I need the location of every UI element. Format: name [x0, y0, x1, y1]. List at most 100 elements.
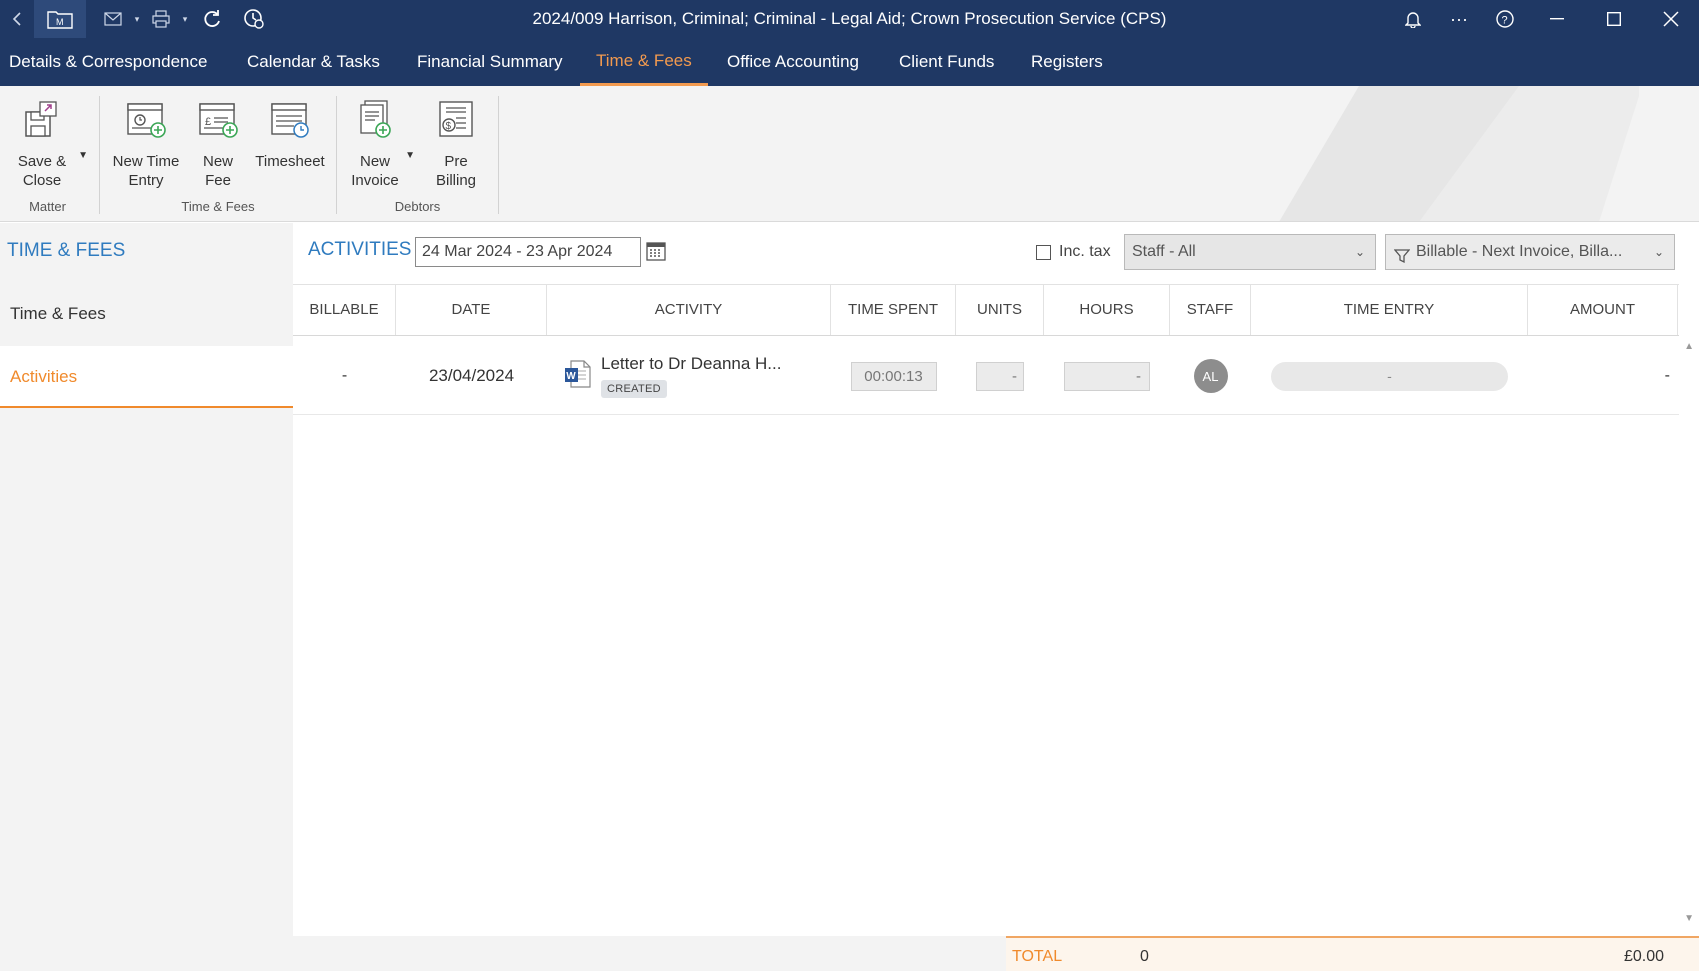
activity-status-badge: CREATED — [601, 380, 667, 398]
column-header-hours[interactable]: HOURS — [1044, 285, 1170, 335]
save-close-icon — [20, 98, 64, 142]
activity-title[interactable]: Letter to Dr Deanna H... — [601, 354, 781, 374]
column-header-units[interactable]: UNITS — [956, 285, 1044, 335]
new-invoice-label: New Invoice — [351, 153, 399, 189]
svg-text:M: M — [56, 17, 64, 27]
save-close-button[interactable]: Save & Close ▼ — [10, 98, 88, 190]
mail-dropdown-icon[interactable]: ▾ — [130, 0, 144, 38]
close-icon[interactable] — [1642, 0, 1699, 38]
column-header-activity[interactable]: ACTIVITY — [547, 285, 831, 335]
matter-folder-icon[interactable]: M — [34, 0, 86, 38]
word-document-icon: W — [563, 359, 593, 394]
total-label: TOTAL — [1012, 948, 1063, 965]
hours-cell: - — [1044, 337, 1170, 415]
notifications-bell-icon[interactable] — [1390, 0, 1436, 38]
save-close-label: Save & Close — [17, 153, 67, 189]
billable-filter-select[interactable]: Billable - Next Invoice, Billa... ⌄ — [1385, 234, 1675, 270]
ribbon-separator — [336, 96, 337, 214]
mail-icon[interactable] — [96, 0, 130, 38]
maximize-icon[interactable] — [1585, 0, 1642, 38]
calendar-icon[interactable] — [645, 240, 667, 262]
pre-billing-label: Pre Billing — [435, 153, 477, 189]
history-icon[interactable] — [232, 0, 276, 38]
time-entry-pill[interactable]: - — [1271, 361, 1508, 391]
tab-details-correspondence[interactable]: Details & Correspondence — [0, 38, 223, 86]
activity-cell[interactable]: W Letter to Dr Deanna H... CREATED — [547, 337, 831, 415]
staff-filter-select[interactable]: Staff - All ⌄ — [1124, 234, 1376, 270]
inc-tax-checkbox[interactable] — [1036, 244, 1051, 260]
left-panel: TIME & FEES Time & Fees Activities — [0, 223, 293, 971]
units-field[interactable]: - — [976, 361, 1024, 391]
print-icon[interactable] — [144, 0, 178, 38]
date-cell: 23/04/2024 — [428, 366, 515, 385]
new-fee-label: New Fee — [202, 153, 233, 189]
tab-calendar-tasks[interactable]: Calendar & Tasks — [231, 38, 396, 86]
sidebar-item-time-fees[interactable]: Time & Fees — [0, 283, 293, 345]
svg-text:?: ? — [1502, 15, 1508, 27]
new-fee-button[interactable]: £ New Fee — [196, 98, 240, 190]
total-count: 0 — [1140, 948, 1149, 965]
tab-financial-summary[interactable]: Financial Summary — [401, 38, 579, 86]
tab-time-fees[interactable]: Time & Fees — [580, 38, 708, 86]
pre-billing-button[interactable]: $ Pre Billing — [433, 98, 479, 190]
new-invoice-icon — [353, 98, 397, 142]
svg-text:£: £ — [205, 116, 211, 128]
back-icon[interactable] — [0, 0, 34, 38]
refresh-icon[interactable] — [192, 0, 232, 38]
ribbon-watermark-decoration — [1279, 86, 1639, 221]
time-entry-cell: - — [1251, 337, 1528, 415]
tab-registers[interactable]: Registers — [1015, 38, 1119, 86]
save-close-dropdown-icon[interactable]: ▼ — [78, 146, 88, 165]
scroll-down-arrow-icon[interactable]: ▼ — [1684, 913, 1694, 924]
new-time-entry-button[interactable]: New Time Entry — [111, 98, 181, 190]
total-summary: TOTAL 0 £0.00 — [1006, 936, 1699, 971]
ribbon-separator — [99, 96, 100, 214]
column-header-time-spent[interactable]: TIME SPENT — [831, 285, 956, 335]
column-header-staff[interactable]: STAFF — [1170, 285, 1251, 335]
new-invoice-dropdown-icon[interactable]: ▼ — [405, 146, 415, 165]
column-header-amount[interactable]: AMOUNT — [1528, 285, 1678, 335]
avatar[interactable]: AL — [1193, 359, 1228, 393]
pre-billing-icon: $ — [434, 98, 478, 142]
chevron-down-icon: ⌄ — [1653, 245, 1664, 259]
units-cell: - — [956, 337, 1044, 415]
billable-filter-value: Billable - Next Invoice, Billa... — [1416, 243, 1623, 260]
time-spent-cell: 00:00:13 — [831, 337, 956, 415]
table-row[interactable]: - 23/04/2024 W Letter to Dr Deanna H... … — [293, 337, 1679, 415]
inc-tax-toggle[interactable]: Inc. tax — [1036, 237, 1111, 267]
matter-nav-bar: Details & Correspondence Calendar & Task… — [0, 38, 1699, 86]
activities-heading: ACTIVITIES — [308, 239, 412, 260]
ribbon-group-debtors: Debtors — [394, 199, 441, 214]
time-spent-field[interactable]: 00:00:13 — [850, 361, 937, 391]
print-dropdown-icon[interactable]: ▾ — [178, 0, 192, 38]
more-options-icon[interactable]: ··· — [1436, 0, 1482, 38]
new-time-entry-label: New Time Entry — [112, 153, 180, 189]
staff-filter-value: Staff - All — [1132, 243, 1196, 260]
table-footer: TOTAL 0 £0.00 — [293, 936, 1699, 971]
title-bar: M ▾ ▾ 2024/009 Harrison, Criminal; Crimi… — [0, 0, 1699, 38]
amount-cell: - — [1664, 367, 1670, 384]
staff-cell: AL — [1170, 337, 1251, 415]
chevron-down-icon: ⌄ — [1354, 245, 1365, 259]
help-icon[interactable]: ? — [1482, 0, 1528, 38]
ribbon-toolbar: Save & Close ▼ New Time Entry £ New Fee … — [0, 86, 1699, 222]
hours-field[interactable]: - — [1064, 361, 1150, 391]
timesheet-button[interactable]: Timesheet — [254, 98, 326, 171]
column-header-time-entry[interactable]: TIME ENTRY — [1251, 285, 1528, 335]
sidebar-item-activities[interactable]: Activities — [0, 346, 293, 408]
ribbon-separator — [498, 96, 499, 214]
scroll-up-arrow-icon[interactable]: ▲ — [1684, 341, 1694, 352]
ribbon-group-matter: Matter — [29, 199, 66, 214]
minimize-icon[interactable] — [1528, 0, 1585, 38]
date-range-field[interactable]: 24 Mar 2024 - 23 Apr 2024 — [415, 237, 641, 267]
inc-tax-label: Inc. tax — [1059, 243, 1111, 260]
tab-office-accounting[interactable]: Office Accounting — [711, 38, 875, 86]
ribbon-group-time-fees: Time & Fees — [181, 199, 255, 214]
timesheet-label: Timesheet — [255, 153, 325, 170]
column-header-date[interactable]: DATE — [396, 285, 547, 335]
activities-panel: ACTIVITIES 24 Mar 2024 - 23 Apr 2024 Inc… — [293, 223, 1699, 971]
left-panel-heading: TIME & FEES — [7, 240, 126, 261]
tab-client-funds[interactable]: Client Funds — [883, 38, 1010, 86]
column-header-billable[interactable]: BILLABLE — [293, 285, 396, 335]
new-invoice-button[interactable]: New Invoice ▼ — [349, 98, 415, 190]
